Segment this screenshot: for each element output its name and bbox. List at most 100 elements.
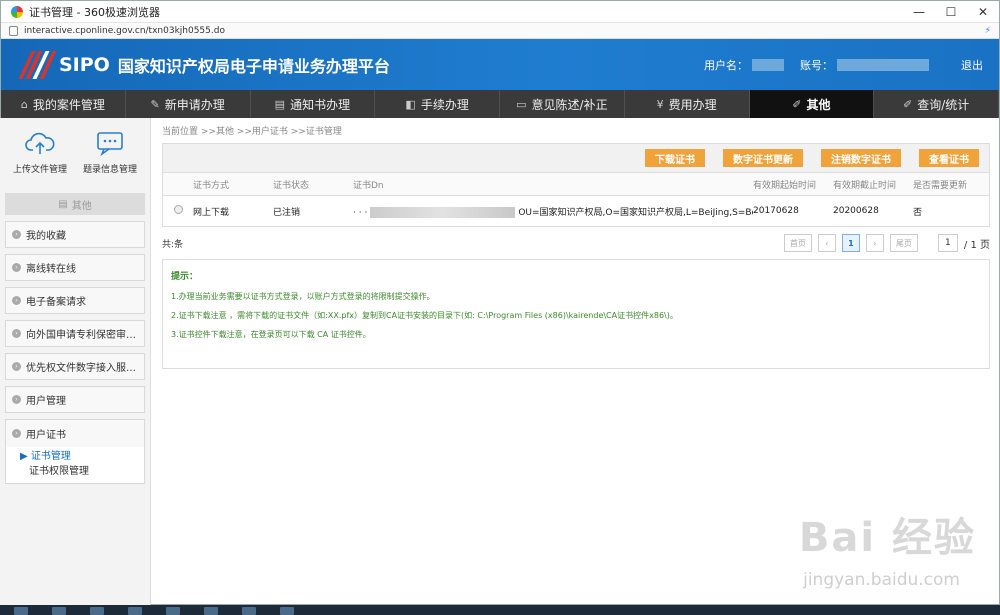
sidebar-item-label: 我的收藏 (26, 231, 66, 242)
update-certificate-button[interactable]: 数字证书更新 (723, 149, 803, 167)
certificate-panel: 下载证书 数字证书更新 注销数字证书 查看证书 证书方式 证书状态 证书Dn 有… (162, 143, 990, 227)
col-end: 有效期截止时间 (833, 180, 897, 191)
account-label: 账号： (800, 58, 833, 72)
subitem-label: 证书权限管理 (29, 466, 89, 477)
lightning-icon[interactable]: ⚡ (985, 26, 991, 36)
page-total: / 1 页 (963, 239, 990, 251)
window-title: 证书管理 - 360极速浏览器 (29, 5, 160, 19)
nav-notices[interactable]: ▤ 通知书办理 (251, 90, 376, 118)
chevron-right-icon: › (12, 263, 21, 272)
tool-label: 题录信息管理 (82, 165, 137, 175)
sidebar: 上传文件管理 题录信息管理 ▤ 其他 › 我的收藏 › 离线转在线 › 电子备案请求 ›… (0, 118, 151, 615)
col-status: 证书状态 (273, 180, 310, 191)
cell-status: 已注销 (273, 207, 301, 218)
sidebar-item-priority-docs[interactable]: › 优先权文件数字接入服… (5, 353, 145, 380)
tip-line: 3.证书控件下载注意，在登录页可以下载 CA 证书控件。 (171, 330, 371, 339)
taskbar-app-icon[interactable] (280, 607, 294, 615)
baidu-watermark: Bai 经验 (798, 515, 976, 561)
chevron-right-icon: › (12, 296, 21, 305)
sidebar-item-user-certificate[interactable]: › 用户证书 (6, 420, 144, 447)
breadcrumb: 当前位置 >>其他 >>用户证书 >>证书管理 (162, 127, 342, 137)
tips-box: 提示： 1.办理当前业务需要以证书方式登录，以账户方式登录的将限制提交操作。 2… (162, 259, 990, 369)
maximize-button[interactable]: ☐ (935, 5, 967, 19)
sidebar-item-label: 电子备案请求 (26, 297, 86, 308)
tip-line: 1.办理当前业务需要以证书方式登录，以账户方式登录的将限制提交操作。 (171, 292, 435, 301)
sidebar-item-offline-to-online[interactable]: › 离线转在线 (5, 254, 145, 281)
tip-line: 2.证书下载注意 ，需将下载的证书文件（如:XX.pfx）复制到CA证书安装的目… (171, 311, 678, 320)
watermark-url: jingyan.baidu.com (803, 570, 960, 590)
download-certificate-button[interactable]: 下载证书 (645, 149, 705, 167)
col-method: 证书方式 (193, 180, 230, 191)
book-icon: ◧ (405, 97, 416, 111)
current-page-button[interactable]: 1 (841, 234, 860, 252)
sidebar-item-e-filing[interactable]: › 电子备案请求 (5, 287, 145, 314)
subitem-certificate-management[interactable]: ▶ 证书管理 (20, 449, 144, 464)
chevron-right-icon: › (12, 329, 21, 338)
col-dn: 证书Dn (353, 180, 384, 191)
total-count: 共:条 (162, 239, 184, 250)
sidebar-item-label: 用户管理 (26, 396, 66, 407)
nav-label: 费用办理 (668, 97, 717, 112)
taskbar-app-icon[interactable] (242, 607, 256, 615)
page-input[interactable]: 1 (937, 234, 958, 252)
brand-name: SIPO (59, 53, 110, 76)
nav-procedures[interactable]: ◧ 手续办理 (375, 90, 500, 118)
tool-label: 上传文件管理 (12, 165, 67, 175)
nav-fees[interactable]: ¥ 费用办理 (625, 90, 750, 118)
taskbar-app-icon[interactable] (128, 607, 142, 615)
nav-new-application[interactable]: ✎ 新申请办理 (126, 90, 251, 118)
list-icon: ▤ (58, 198, 68, 210)
next-page-button[interactable]: › (865, 234, 884, 252)
url-text[interactable]: interactive.cponline.gov.cn/txn03kjh0555… (24, 26, 225, 36)
prev-page-button[interactable]: ‹ (817, 234, 836, 252)
nav-opinion[interactable]: ▭ 意见陈述/补正 (500, 90, 625, 118)
view-certificate-button[interactable]: 查看证书 (919, 149, 979, 167)
table-row[interactable]: 网上下载 已注销 · · · OU=国家知识产权局,O=国家知识产权局,L=Bei… (163, 196, 989, 226)
taskbar-app-icon[interactable] (52, 607, 66, 615)
site-header: SIPO 国家知识产权局电子申请业务办理平台 用户名： 账号： 退出 (1, 39, 999, 90)
account-value-redacted (837, 58, 929, 71)
dn-text: OU=国家知识产权局,O=国家知识产权局,L=BeiJing,S=BeiJing… (518, 207, 753, 218)
subitem-certificate-permissions[interactable]: 证书权限管理 (20, 464, 144, 479)
col-start: 有效期起始时间 (753, 180, 817, 191)
row-select-radio[interactable] (173, 205, 183, 214)
minimize-button[interactable]: — (903, 5, 935, 19)
cell-dn: · · · OU=国家知识产权局,O=国家知识产权局,L=BeiJing,S=Be… (353, 205, 753, 218)
taskbar-app-icon[interactable] (166, 607, 180, 615)
sidebar-item-user-management[interactable]: › 用户管理 (5, 386, 145, 413)
subitem-label: 证书管理 (30, 451, 71, 462)
nav-case-management[interactable]: ⌂ 我的案件管理 (1, 90, 126, 118)
start-icon[interactable] (14, 607, 28, 615)
cell-update: 否 (913, 207, 923, 218)
sidebar-section-header: ▤ 其他 (5, 193, 145, 215)
action-toolbar: 下载证书 数字证书更新 注销数字证书 查看证书 (163, 144, 989, 172)
taskbar-app-icon[interactable] (90, 607, 104, 615)
logout-link[interactable]: 退出 (961, 57, 983, 73)
home-icon: ⌂ (20, 97, 28, 111)
sidebar-item-label: 向外国申请专利保密审… (26, 330, 136, 341)
username-value-redacted (752, 58, 784, 71)
nav-label: 通知书办理 (290, 97, 351, 112)
username-label: 用户名： (704, 58, 748, 72)
first-page-button[interactable]: 首页 (783, 234, 812, 252)
address-bar[interactable]: interactive.cponline.gov.cn/txn03kjh0555… (1, 23, 999, 39)
nav-query[interactable]: ✐ 查询/统计 (874, 90, 999, 118)
platform-title: 国家知识产权局电子申请业务办理平台 (117, 56, 390, 76)
last-page-button[interactable]: 尾页 (889, 234, 918, 252)
upload-file-management-button[interactable]: 上传文件管理 (13, 130, 67, 175)
bibliographic-info-button[interactable]: 题录信息管理 (83, 130, 137, 175)
close-button[interactable]: ✕ (967, 5, 999, 19)
cell-end: 20200628 (833, 206, 879, 216)
triangle-right-icon: ▶ (20, 451, 28, 462)
sidebar-item-favorites[interactable]: › 我的收藏 (5, 221, 145, 248)
sidebar-item-foreign-secrecy[interactable]: › 向外国申请专利保密审… (5, 320, 145, 347)
nav-other[interactable]: ✐ 其他 (749, 90, 875, 118)
nav-label: 其他 (806, 97, 831, 112)
nav-label: 查询/统计 (917, 97, 970, 112)
sipo-logo-icon (18, 50, 57, 79)
taskbar-app-icon[interactable] (204, 607, 218, 615)
sidebar-item-label: 用户证书 (26, 430, 66, 441)
revoke-certificate-button[interactable]: 注销数字证书 (821, 149, 901, 167)
nav-label: 我的案件管理 (32, 97, 105, 112)
taskbar (0, 605, 1000, 615)
